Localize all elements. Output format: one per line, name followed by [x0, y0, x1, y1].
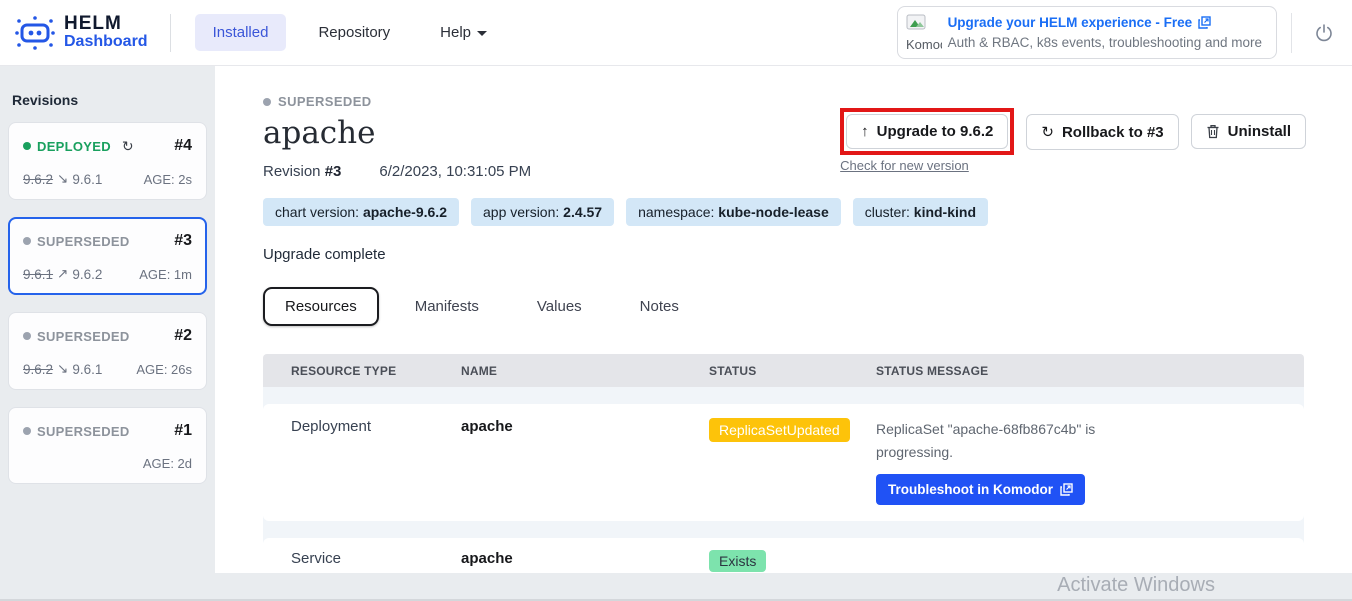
- revision-age: AGE: 1m: [139, 267, 192, 282]
- check-new-version-link[interactable]: Check for new version: [840, 158, 1014, 173]
- external-link-icon: [1198, 16, 1211, 29]
- troubleshoot-button[interactable]: Troubleshoot in Komodor: [876, 474, 1085, 505]
- release-detail-panel: ↑ Upgrade to 9.6.2 Check for new version…: [215, 66, 1352, 573]
- logo-title: HELM: [64, 14, 148, 34]
- activate-windows-watermark: Activate Windows: [1057, 574, 1215, 597]
- app-version-chip: app version: 2.4.57: [471, 198, 614, 226]
- uninstall-button[interactable]: Uninstall: [1191, 114, 1306, 149]
- nav-repository-label: Repository: [318, 24, 390, 41]
- resource-type-cell: Deployment: [263, 418, 461, 435]
- cluster-chip: cluster: kind-kind: [853, 198, 988, 226]
- nav-repository[interactable]: Repository: [300, 14, 408, 51]
- header-divider: [170, 14, 171, 52]
- chevron-down-icon: [477, 31, 487, 36]
- column-resource-type: RESOURCE TYPE: [263, 364, 461, 378]
- tab-resources[interactable]: Resources: [263, 287, 379, 326]
- column-name: NAME: [461, 364, 709, 378]
- version-from: 9.6.1: [23, 267, 53, 282]
- trend-arrow-icon: ↘: [57, 171, 68, 187]
- trash-icon: [1206, 124, 1220, 139]
- logo-subtitle: Dashboard: [64, 34, 148, 51]
- resource-name-cell: apache: [461, 550, 709, 567]
- revision-number: #3: [174, 232, 192, 250]
- nav-help[interactable]: Help: [422, 14, 505, 51]
- resources-table: RESOURCE TYPE NAME STATUS STATUS MESSAGE…: [263, 354, 1304, 573]
- revision-status: DEPLOYED ↻: [23, 138, 134, 155]
- komodor-image-alt: Komodor: [906, 37, 942, 52]
- komodor-broken-image: Komodor: [906, 14, 942, 52]
- revision-age: AGE: 26s: [136, 362, 192, 377]
- nav-installed[interactable]: Installed: [195, 14, 287, 51]
- table-row-service: Service apache Exists: [263, 538, 1304, 573]
- revision-status: SUPERSEDED: [23, 234, 130, 249]
- trend-arrow-icon: ↘: [57, 361, 68, 377]
- status-badge: ReplicaSetUpdated: [709, 418, 850, 442]
- helm-robot-icon: [14, 14, 56, 52]
- revision-card-4[interactable]: DEPLOYED ↻ #4 9.6.2 ↘ 9.6.1 AGE: 2s: [8, 122, 207, 200]
- namespace-chip: namespace: kube-node-lease: [626, 198, 841, 226]
- up-arrow-icon: ↑: [861, 123, 869, 140]
- status-badge: Exists: [709, 550, 766, 572]
- nav-installed-label: Installed: [213, 24, 269, 41]
- power-divider: [1291, 13, 1292, 53]
- version-to: 9.6.1: [72, 362, 102, 377]
- revision-date: 6/2/2023, 10:31:05 PM: [379, 163, 531, 180]
- chart-version-chip: chart version: apache-9.6.2: [263, 198, 459, 226]
- revision-card-3[interactable]: SUPERSEDED #3 9.6.1 ↗ 9.6.2 AGE: 1m: [8, 217, 207, 295]
- revisions-title: Revisions: [12, 92, 207, 108]
- status-dot-icon: [23, 142, 31, 150]
- tab-values[interactable]: Values: [515, 287, 604, 326]
- revision-age: AGE: 2s: [144, 172, 192, 187]
- banner-title: Upgrade your HELM experience - Free: [948, 13, 1193, 33]
- resource-name-cell: apache: [461, 418, 709, 435]
- release-meta-chips: chart version: apache-9.6.2 app version:…: [263, 198, 1304, 226]
- resource-type-cell: Service: [263, 550, 461, 567]
- revision-status: SUPERSEDED: [23, 424, 130, 439]
- revision-number: #1: [174, 422, 192, 440]
- nav-help-label: Help: [440, 24, 471, 41]
- status-dot-icon: [263, 98, 271, 106]
- version-from: 9.6.2: [23, 362, 53, 377]
- upgrade-button[interactable]: ↑ Upgrade to 9.6.2: [846, 114, 1008, 149]
- rollback-icon: ↻: [1041, 123, 1054, 141]
- upgrade-highlight-box: ↑ Upgrade to 9.6.2: [840, 108, 1014, 155]
- release-actions: ↑ Upgrade to 9.6.2 Check for new version…: [840, 108, 1306, 173]
- release-description: Upgrade complete: [263, 246, 1304, 263]
- revision-number: #2: [174, 327, 192, 345]
- version-from: 9.6.2: [23, 172, 53, 187]
- trend-arrow-icon: ↗: [57, 266, 68, 282]
- column-status-message: STATUS MESSAGE: [876, 364, 1304, 378]
- status-dot-icon: [23, 427, 31, 435]
- detail-tabs: Resources Manifests Values Notes: [263, 287, 1304, 326]
- tab-notes[interactable]: Notes: [618, 287, 701, 326]
- revision-label: Revision: [263, 163, 321, 180]
- revision-number: #4: [174, 137, 192, 155]
- helm-dashboard-logo[interactable]: HELM Dashboard: [14, 14, 148, 52]
- status-dot-icon: [23, 332, 31, 340]
- main-nav: Installed Repository Help: [195, 14, 505, 51]
- version-to: 9.6.2: [72, 267, 102, 282]
- revisions-sidebar: Revisions DEPLOYED ↻ #4 9.6.2 ↘ 9.6.1 AG…: [0, 66, 215, 601]
- banner-subtitle: Auth & RBAC, k8s events, troubleshooting…: [948, 33, 1262, 53]
- revision-card-1[interactable]: SUPERSEDED #1 AGE: 2d: [8, 407, 207, 484]
- komodor-promo-banner[interactable]: Komodor Upgrade your HELM experience - F…: [897, 6, 1277, 59]
- column-status: STATUS: [709, 364, 876, 378]
- external-link-icon: [1060, 483, 1073, 496]
- refresh-icon: ↻: [122, 138, 134, 155]
- status-dot-icon: [23, 237, 31, 245]
- release-status-label: SUPERSEDED: [263, 94, 1304, 109]
- revision-age: AGE: 2d: [143, 456, 192, 471]
- tab-manifests[interactable]: Manifests: [393, 287, 501, 326]
- table-row-deployment: Deployment apache ReplicaSetUpdated Repl…: [263, 404, 1304, 521]
- revision-status: SUPERSEDED: [23, 329, 130, 344]
- version-to: 9.6.1: [72, 172, 102, 187]
- revision-card-2[interactable]: SUPERSEDED #2 9.6.2 ↘ 9.6.1 AGE: 26s: [8, 312, 207, 390]
- top-header: HELM Dashboard Installed Repository Help…: [0, 0, 1352, 66]
- revision-number: #3: [325, 163, 342, 180]
- status-message-text: ReplicaSet "apache-68fb867c4b" is progre…: [876, 418, 1111, 464]
- table-header-row: RESOURCE TYPE NAME STATUS STATUS MESSAGE: [263, 354, 1304, 387]
- rollback-button[interactable]: ↻ Rollback to #3: [1026, 114, 1178, 150]
- power-icon[interactable]: [1310, 19, 1338, 47]
